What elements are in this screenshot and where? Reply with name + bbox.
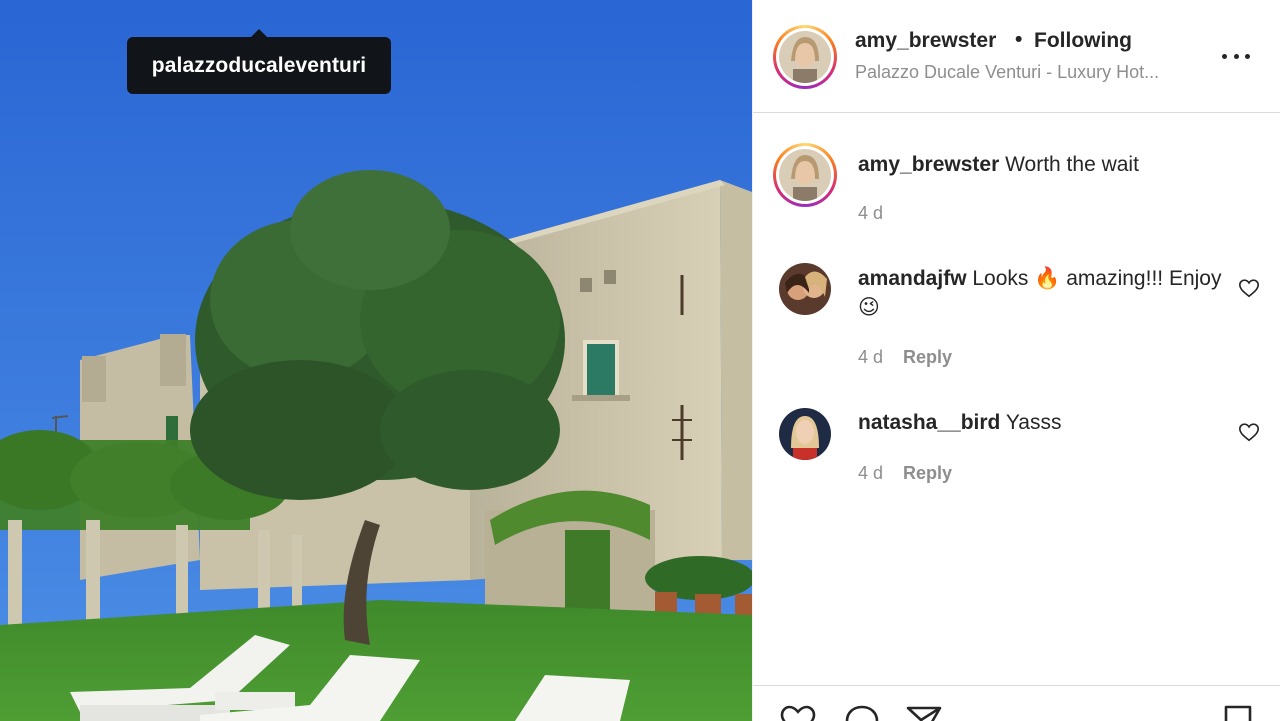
avatar-photo [779,149,831,201]
comment-username[interactable]: natasha__bird [858,411,1000,434]
dot [1233,53,1239,59]
comment-text: amandajfw Looks 🔥 amazing!!! Enjoy 😉 [858,264,1228,322]
user-tag-tooltip[interactable]: palazzoducaleventuri [127,29,391,94]
reply-button[interactable]: Reply [903,347,952,368]
dot [1245,53,1250,59]
post-image [0,0,752,721]
share-icon[interactable] [905,704,943,721]
tag-label: palazzoducaleventuri [151,53,367,77]
header-separator: • [1015,28,1023,51]
comment-text: amy_brewster Worth the wait [858,150,1228,179]
comment-text: natasha__bird Yasss [858,408,1228,437]
comment-username[interactable]: amy_brewster [858,153,999,176]
more-options-icon[interactable] [1219,44,1253,68]
comments-list: amy_brewster Worth the wait 4 d amandajf… [753,114,1280,684]
commenter-avatar[interactable] [779,408,831,460]
following-button[interactable]: Following [1034,29,1132,53]
reply-button[interactable]: Reply [903,463,952,484]
comment-username[interactable]: amandajfw [858,267,967,290]
comment-time[interactable]: 4 d [858,347,883,368]
bookmark-icon[interactable] [1219,704,1257,721]
avatar-photo [779,31,831,83]
comment-icon[interactable] [843,704,881,721]
heart-outline-icon[interactable] [1238,421,1260,443]
comment-meta: 4 d Reply [858,347,952,368]
comment-body: Worth the wait [1005,153,1139,176]
caption-avatar[interactable] [773,143,837,207]
avatar-photo [779,408,831,460]
post-actions-bar [753,685,1280,721]
comment-time[interactable]: 4 d [858,203,883,224]
avatar-photo [779,263,831,315]
comment-meta: 4 d Reply [858,463,952,484]
heart-icon[interactable] [779,704,817,721]
post-photo[interactable]: palazzoducaleventuri [0,0,752,721]
heart-outline-icon[interactable] [1238,277,1260,299]
post-header: amy_brewster • Following Palazzo Ducale … [753,0,1280,113]
post-side-panel: amy_brewster • Following Palazzo Ducale … [752,0,1280,721]
author-username[interactable]: amy_brewster [855,29,996,53]
post-location[interactable]: Palazzo Ducale Venturi - Luxury Hot... [855,62,1159,83]
comment-body: Yasss [1005,411,1062,434]
commenter-avatar[interactable] [779,263,831,315]
author-avatar[interactable] [773,25,837,89]
comment-time[interactable]: 4 d [858,463,883,484]
comment-meta: 4 d [858,203,883,224]
dot [1222,53,1227,59]
